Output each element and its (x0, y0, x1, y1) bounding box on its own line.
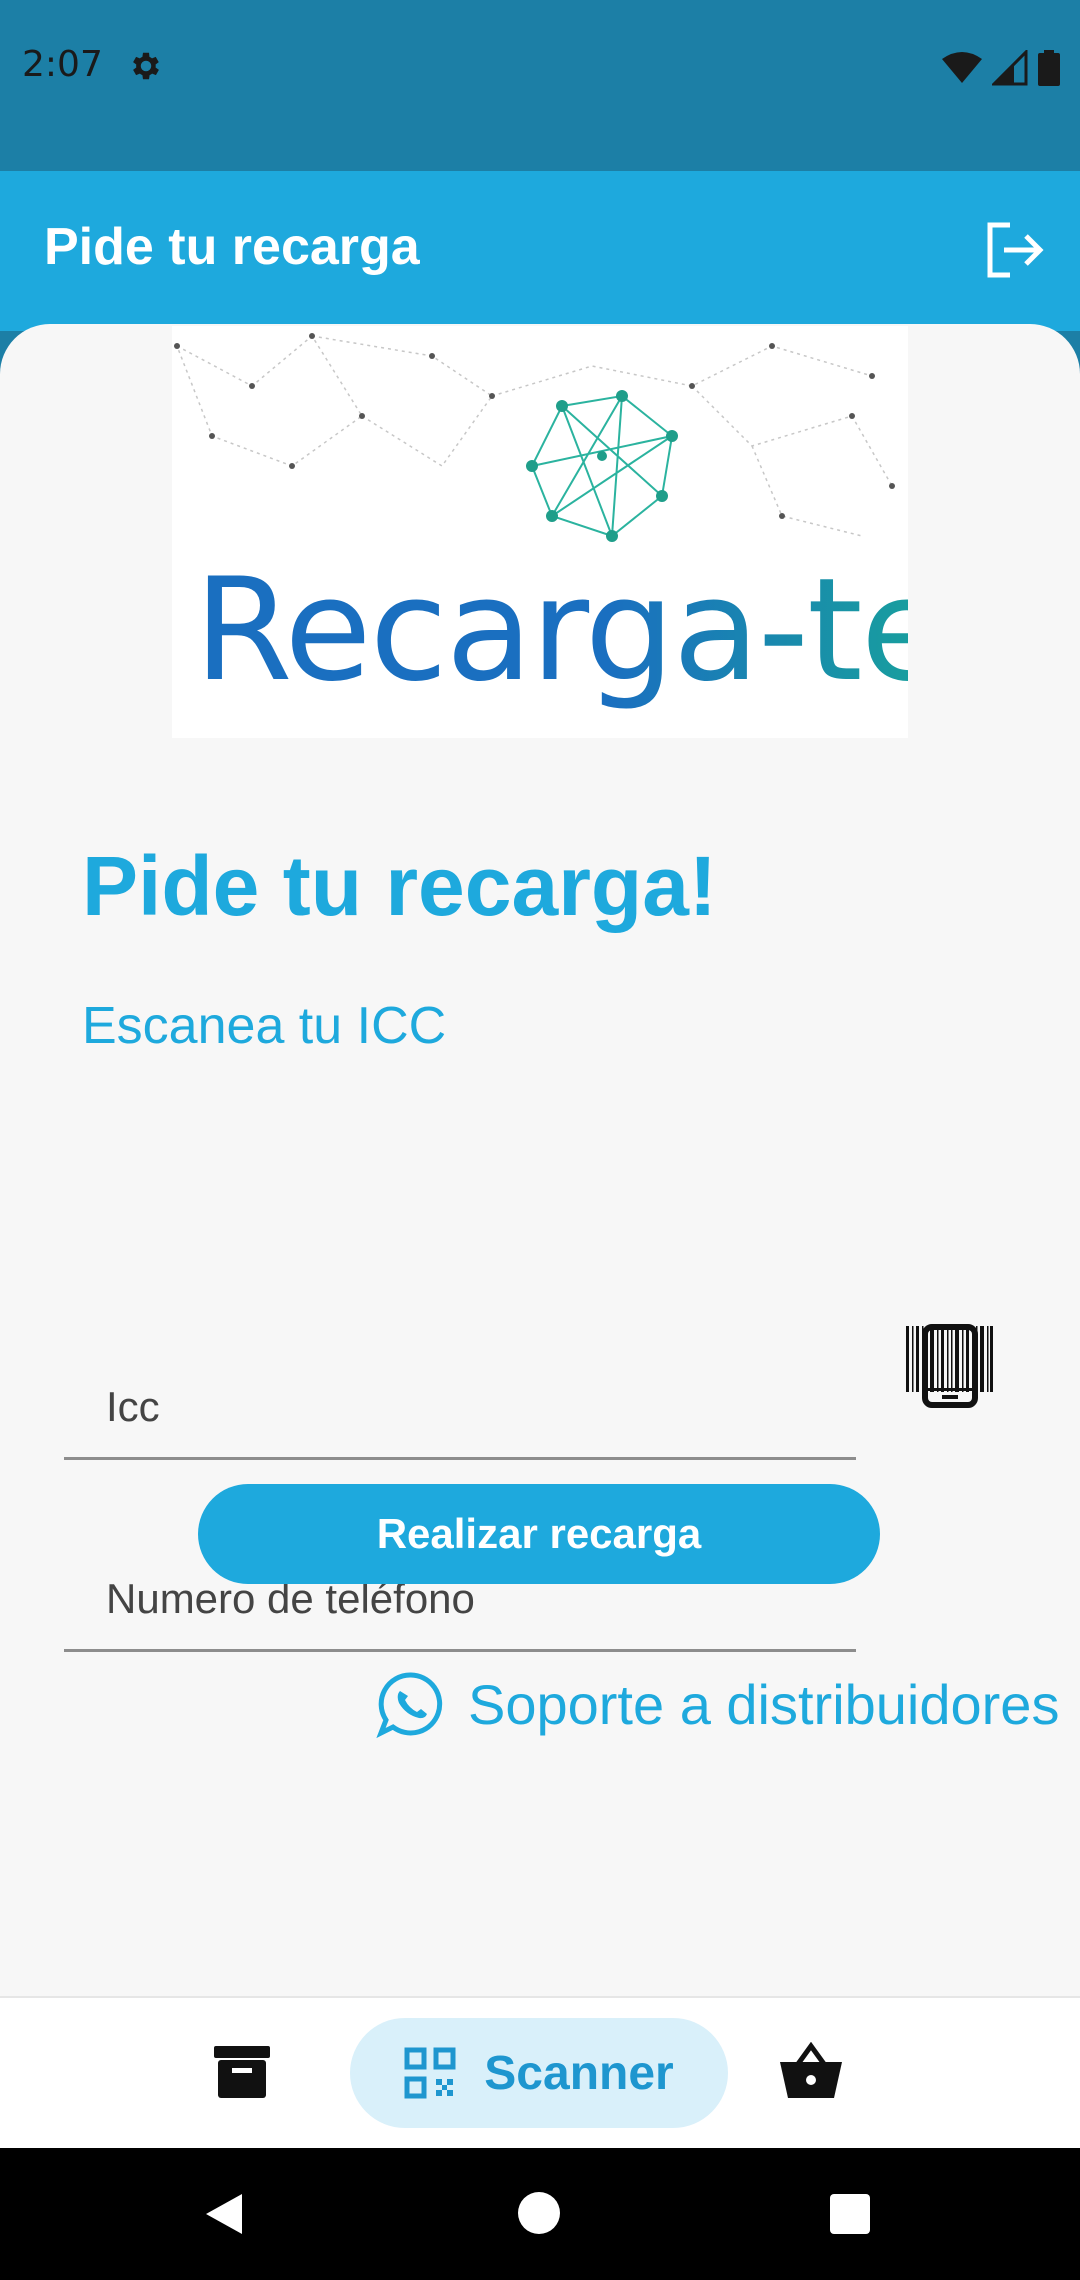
screen: 2:07 Pide tu recarga Recarga-te Pide tu … (0, 0, 1080, 2280)
system-navigation-bar (0, 2148, 1080, 2280)
page-subheading: Escanea tu ICC (82, 997, 447, 1055)
basket-icon[interactable] (778, 2042, 844, 2102)
settings-gear-icon (133, 52, 159, 80)
logout-icon[interactable] (980, 215, 1050, 285)
app-bar: Pide tu recarga (0, 171, 1080, 331)
support-link[interactable]: Soporte a distribuidores (376, 1664, 1059, 1744)
nav-scanner-label: Scanner (484, 2046, 674, 2100)
icc-input[interactable] (104, 1372, 844, 1442)
cell-signal-icon (992, 50, 1028, 86)
network-graphic (174, 333, 895, 542)
home-icon[interactable] (518, 2192, 560, 2234)
whatsapp-icon (376, 1672, 443, 1739)
status-bar: 2:07 (0, 0, 1080, 171)
recarga-te-logo: Recarga-te (172, 326, 908, 738)
status-icons (942, 48, 1060, 88)
page-heading: Pide tu recarga! (82, 839, 717, 933)
logo-text: Recarga-te (194, 548, 908, 713)
icc-field (64, 1350, 856, 1460)
content-sheet: Recarga-te Pide tu recarga! Escanea tu I… (0, 324, 1080, 1996)
qr-code-icon (404, 2047, 456, 2099)
archive-icon[interactable] (212, 2042, 272, 2102)
smartphone-icon (922, 1324, 978, 1408)
battery-icon (1038, 50, 1060, 86)
bottom-navigation: Scanner (0, 1996, 1080, 2148)
wifi-icon (942, 52, 982, 83)
status-time: 2:07 (22, 44, 103, 85)
nav-scanner-tab[interactable]: Scanner (350, 2018, 728, 2128)
realizar-recarga-button[interactable]: Realizar recarga (198, 1484, 880, 1584)
support-label: Soporte a distribuidores (468, 1672, 1060, 1736)
app-title: Pide tu recarga (44, 218, 420, 276)
back-icon[interactable] (204, 2192, 244, 2236)
recent-apps-icon[interactable] (830, 2194, 870, 2234)
